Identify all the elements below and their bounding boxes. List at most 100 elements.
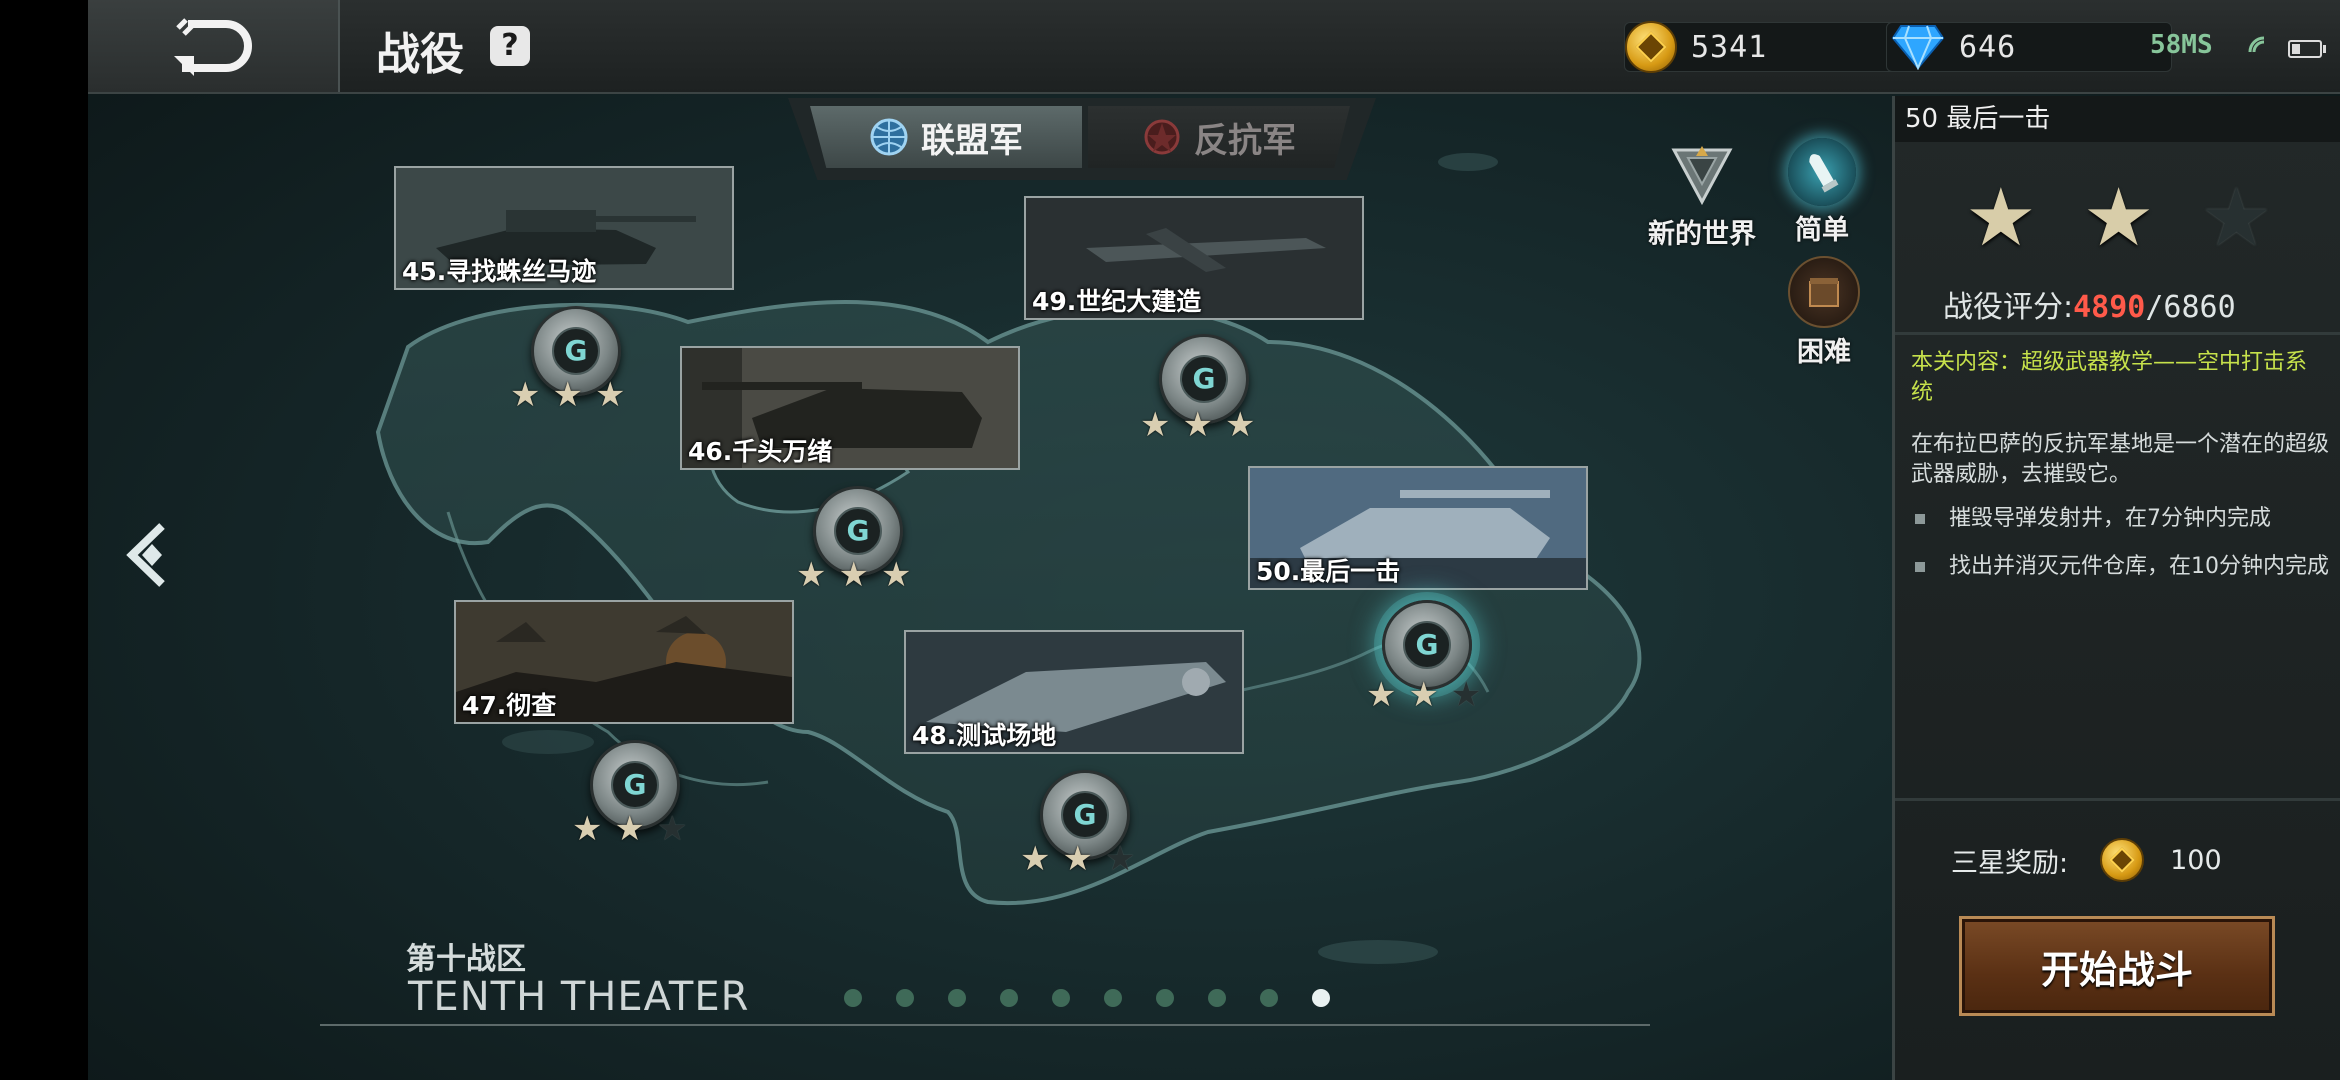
mission-stars-50: ★ ★ ★ <box>1366 678 1481 712</box>
signal-icon <box>2248 36 2265 53</box>
top-bar: 战役 ? 5341 646 58MS <box>88 0 2340 94</box>
back-arrow-icon <box>174 18 252 76</box>
gold-amount: 5341 <box>1691 29 1768 65</box>
star-icon: ★ <box>614 809 645 849</box>
score-label: 战役评分: <box>1943 290 2074 325</box>
star-icon: ★ <box>1224 405 1256 445</box>
g-emblem-icon: G <box>1061 791 1109 839</box>
mission-stars-47: ★ ★ ★ <box>572 812 687 846</box>
mission-card-46[interactable]: 46.千头万绪 <box>680 346 1020 470</box>
page-dot[interactable] <box>948 989 966 1007</box>
gold-counter: 5341 <box>1624 21 1926 73</box>
star-icon: ★ <box>838 555 869 595</box>
mission-stars-45: ★ ★ ★ <box>510 378 625 412</box>
panel-divider <box>1895 798 2340 801</box>
star-icon: ★ <box>880 555 912 595</box>
g-emblem-icon: G <box>552 327 600 375</box>
reward-label: 三星奖励: <box>1951 847 2069 879</box>
star-icon: ★ <box>2082 171 2155 264</box>
page-dot[interactable] <box>1156 989 1174 1007</box>
tab-alliance[interactable]: 联盟军 <box>810 106 1082 168</box>
tab-alliance-label: 联盟军 <box>921 120 1023 161</box>
three-star-reward: 三星奖励: 100 <box>1951 838 2222 882</box>
objective-item: 摧毁导弹发射井，在7分钟内完成 <box>1911 504 2331 534</box>
globe-icon <box>870 118 908 156</box>
star-icon: ★ <box>1182 405 1213 445</box>
rank-emblem-icon <box>1668 142 1736 210</box>
star-empty-icon: ★ <box>2200 171 2273 264</box>
bullet-icon <box>1915 562 1925 572</box>
start-battle-button[interactable]: 开始战斗 <box>1959 916 2275 1016</box>
panel-star-rating: ★ ★ ★ <box>1965 178 2272 258</box>
previous-page-arrow-icon[interactable] <box>122 520 182 590</box>
star-icon: ★ <box>510 375 541 415</box>
page-dot[interactable] <box>1000 989 1018 1007</box>
help-button[interactable]: ? <box>490 26 530 66</box>
g-emblem-icon: G <box>1180 355 1228 403</box>
star-icon: ★ <box>1366 675 1397 715</box>
ping-indicator: 58MS <box>2150 30 2213 60</box>
mode-new-world-label: 新的世界 <box>1648 219 1756 250</box>
resistance-emblem-icon <box>1144 119 1180 155</box>
page-title: 战役 <box>376 29 464 80</box>
theater-name-en: TENTH THEATER <box>408 974 750 1020</box>
tab-resistance[interactable]: 反抗军 <box>1088 106 1350 168</box>
g-emblem-icon: G <box>1403 621 1451 669</box>
mission-card-45[interactable]: 45.寻找蛛丝马迹 <box>394 166 734 290</box>
g-emblem-icon: G <box>834 507 882 555</box>
mode-easy[interactable]: 简单 <box>1788 138 1856 247</box>
objective-text: 摧毁导弹发射井，在7分钟内完成 <box>1949 506 2271 531</box>
campaign-screen: 战役 ? 5341 646 58MS 联盟军 反抗军 新的世界 简单 困难 45… <box>88 0 2340 1080</box>
star-icon: ★ <box>1020 839 1051 879</box>
page-dot[interactable] <box>844 989 862 1007</box>
g-emblem-icon: G <box>611 761 659 809</box>
mission-label: 46.千头万绪 <box>688 437 833 466</box>
objective-text: 找出并消灭元件仓库，在10分钟内完成 <box>1949 554 2329 579</box>
page-indicator <box>844 989 1330 1007</box>
ammo-box-icon <box>1788 256 1860 328</box>
faction-tabs: 联盟军 反抗军 <box>788 98 1376 180</box>
mode-hard-label: 困难 <box>1797 337 1851 368</box>
mission-card-49[interactable]: 49.世纪大建造 <box>1024 196 1364 320</box>
mission-detail-panel: 50 最后一击 ★ ★ ★ 战役评分:4890/6860 本关内容：超级武器教学… <box>1892 96 2340 1080</box>
star-icon: ★ <box>1062 839 1093 879</box>
page-dot[interactable] <box>1104 989 1122 1007</box>
diamond-icon <box>1891 25 1945 70</box>
mission-label: 47.彻查 <box>462 691 557 720</box>
star-icon: ★ <box>1140 405 1171 445</box>
star-icon: ★ <box>572 809 603 849</box>
mission-content-title: 本关内容：超级武器教学——空中打击系统 <box>1911 350 2308 405</box>
mode-hard[interactable]: 困难 <box>1788 256 1860 369</box>
star-icon: ★ <box>1408 675 1439 715</box>
star-empty-icon: ★ <box>1104 839 1136 879</box>
page-dot[interactable] <box>1260 989 1278 1007</box>
battery-icon <box>2288 40 2326 58</box>
star-empty-icon: ★ <box>1450 675 1482 715</box>
reward-value: 100 <box>2170 844 2222 876</box>
bullet-icon <box>1915 514 1925 524</box>
diamond-counter: 646 <box>1886 22 2172 72</box>
star-empty-icon: ★ <box>656 809 688 849</box>
page-dot[interactable] <box>896 989 914 1007</box>
panel-divider <box>1895 332 2340 335</box>
gold-coin-icon <box>1625 21 1677 73</box>
mission-label: 50.最后一击 <box>1256 557 1401 586</box>
mode-new-world[interactable]: 新的世界 <box>1648 142 1756 251</box>
mission-card-47[interactable]: 47.彻查 <box>454 600 794 724</box>
gold-coin-icon <box>2100 838 2145 882</box>
page-dot[interactable] <box>1312 989 1330 1007</box>
page-dot[interactable] <box>1208 989 1226 1007</box>
mission-card-50[interactable]: 50.最后一击 <box>1248 466 1588 590</box>
score-max: 6860 <box>2163 290 2236 325</box>
mission-stars-46: ★ ★ ★ <box>796 558 911 592</box>
mode-easy-label: 简单 <box>1795 215 1849 246</box>
mission-label: 49.世纪大建造 <box>1032 287 1202 316</box>
campaign-score: 战役评分:4890/6860 <box>1943 282 2236 326</box>
back-button[interactable] <box>88 0 340 92</box>
star-icon: ★ <box>594 375 626 415</box>
mission-description: 在布拉巴萨的反抗军基地是一个潜在的超级武器威胁，去摧毁它。 <box>1911 432 2330 487</box>
page-dot[interactable] <box>1052 989 1070 1007</box>
mission-label: 48.测试场地 <box>912 721 1057 750</box>
diamond-amount: 646 <box>1959 29 2017 65</box>
mission-card-48[interactable]: 48.测试场地 <box>904 630 1244 754</box>
